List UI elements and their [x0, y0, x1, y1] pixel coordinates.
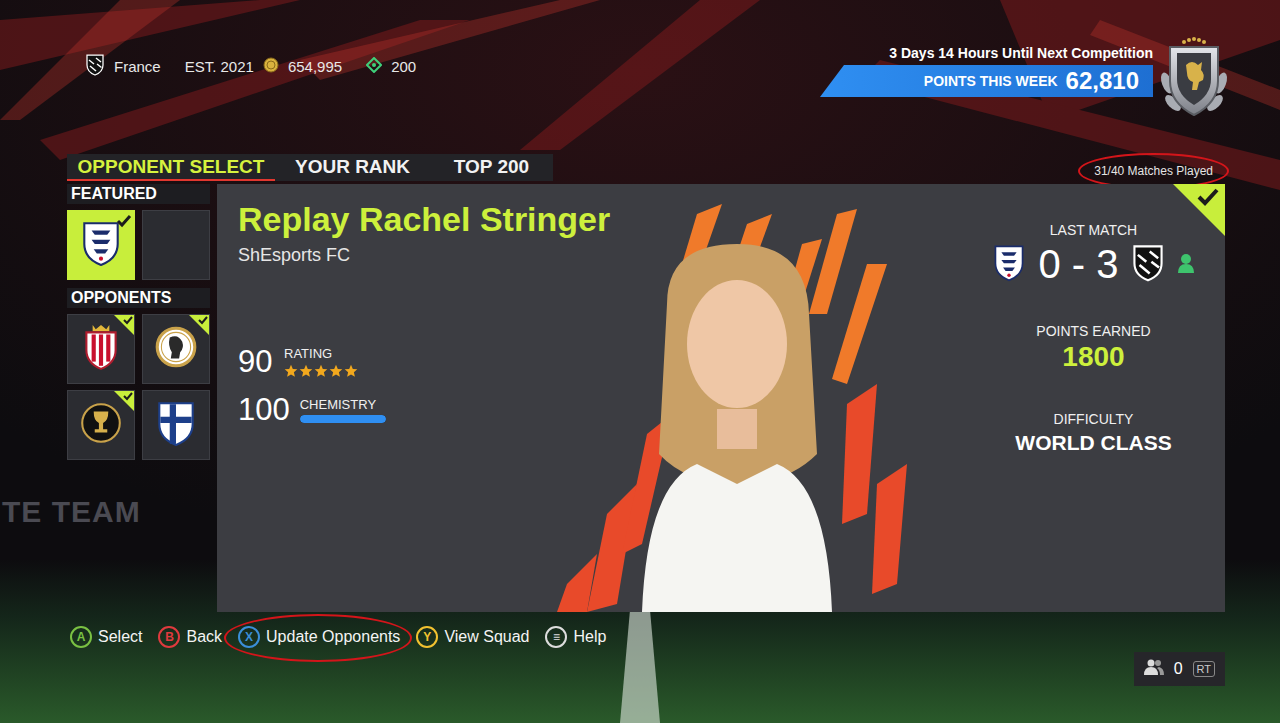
opponents-tile[interactable]	[142, 314, 210, 384]
team-crest-icon	[155, 323, 197, 375]
annotation-circle	[224, 614, 412, 662]
rating-row: 90 RATING	[238, 344, 687, 380]
club-crest-icon	[85, 53, 105, 79]
check-icon	[189, 315, 209, 335]
friends-count: 0	[1174, 660, 1183, 678]
opponents-tile[interactable]	[67, 390, 135, 460]
chemistry-bar	[300, 415, 386, 423]
star-rating	[284, 364, 358, 378]
opponent-photo	[547, 184, 927, 612]
team-crest-icon	[80, 399, 122, 451]
key-glyph: X	[245, 630, 253, 644]
user-icon	[1177, 253, 1195, 277]
opponent-name: Replay Rachel Stringer	[238, 198, 687, 241]
chemistry-fill	[300, 415, 386, 423]
check-icon	[114, 391, 134, 411]
points-earned-value: 1800	[1062, 341, 1124, 373]
matches-played-text: 31/40 Matches Played	[1094, 164, 1213, 178]
rank-badge-icon	[1153, 33, 1235, 121]
check-icon	[114, 211, 134, 231]
key-glyph: Y	[423, 630, 431, 644]
prompt-label: Back	[186, 628, 222, 646]
star-icon	[329, 364, 343, 378]
home-crest-icon	[992, 243, 1026, 286]
star-icon	[314, 364, 328, 378]
chemistry-row: 100 CHEMISTRY	[238, 392, 687, 428]
background-watermark: TE TEAM	[2, 495, 141, 529]
opponent-list: FEATURED OPPONENTS	[67, 184, 210, 612]
rating-label: RATING	[284, 346, 358, 361]
tab-bar: OPPONENT SELECTYOUR RANKTOP 200	[67, 154, 553, 181]
tab[interactable]: OPPONENT SELECT	[67, 154, 275, 181]
featured-tile[interactable]	[142, 210, 210, 280]
star-icon	[299, 364, 313, 378]
check-icon	[114, 315, 134, 335]
weekly-points-bar: POINTS THIS WEEK 62,810	[820, 65, 1153, 97]
tab[interactable]: TOP 200	[430, 154, 553, 181]
featured-label: FEATURED	[67, 184, 210, 204]
difficulty-label: DIFFICULTY	[1054, 411, 1134, 427]
prompt-label: Help	[573, 628, 606, 646]
fifa-points-balance: 200	[391, 58, 416, 75]
opponents-tile[interactable]	[142, 390, 210, 460]
opponent-card: Replay Rachel Stringer ShEsports FC 90 RATI…	[217, 184, 1225, 612]
coin-balance: 654,995	[288, 58, 342, 75]
controller-key: Y	[416, 626, 438, 648]
controller-key: A	[70, 626, 92, 648]
key-glyph: B	[165, 630, 174, 644]
opponent-club: ShEsports FC	[238, 245, 687, 266]
button-prompt[interactable]: X Update Opponents	[238, 626, 400, 648]
featured-tile[interactable]	[67, 210, 135, 280]
controller-key: ≡	[545, 626, 567, 648]
prompt-label: Update Opponents	[266, 628, 400, 646]
prompt-label: View Squad	[444, 628, 529, 646]
opponents-tile[interactable]	[67, 314, 135, 384]
difficulty-value: WORLD CLASS	[1015, 431, 1171, 455]
completed-check-icon	[1173, 184, 1225, 236]
away-crest-icon	[1131, 243, 1165, 286]
chemistry-label: CHEMISTRY	[300, 397, 386, 412]
friends-key: RT	[1193, 661, 1215, 677]
key-glyph: A	[77, 630, 86, 644]
controller-key: B	[158, 626, 180, 648]
opponents-label: OPPONENTS	[67, 288, 210, 308]
club-country: France	[114, 58, 161, 75]
competition-info: 3 Days 14 Hours Until Next Competition PO…	[820, 45, 1153, 97]
club-established: EST. 2021	[185, 58, 254, 75]
button-prompt[interactable]: A Select	[70, 626, 142, 648]
rating-value: 90	[238, 344, 274, 380]
last-match-score: 0 - 3	[992, 242, 1194, 287]
friends-widget[interactable]: 0 RT	[1134, 652, 1225, 686]
star-icon	[284, 364, 298, 378]
team-crest-icon	[80, 323, 122, 375]
team-crest-icon	[155, 399, 197, 451]
matches-played: 31/40 Matches Played	[1094, 164, 1213, 178]
tab[interactable]: YOUR RANK	[275, 154, 430, 181]
key-glyph: ≡	[553, 630, 560, 644]
friends-icon	[1144, 659, 1164, 679]
featured-tiles	[67, 210, 210, 280]
chemistry-value: 100	[238, 392, 290, 428]
club-info: France EST. 2021 654,995 200	[85, 49, 416, 83]
last-match-label: LAST MATCH	[1050, 222, 1137, 238]
weekly-points-value: 62,810	[1066, 67, 1139, 95]
button-prompts: A Select B Back X Update Opponents Y View Squad…	[70, 626, 1280, 648]
points-earned-label: POINTS EARNED	[1036, 323, 1150, 339]
opponents-tiles	[67, 314, 210, 460]
match-summary: LAST MATCH 0 - 3 POINTS EARNED 1800 DIFFICUL…	[962, 184, 1225, 612]
button-prompt[interactable]: B Back	[158, 626, 222, 648]
weekly-points-label: POINTS THIS WEEK	[924, 73, 1058, 89]
fifa-points-icon	[366, 57, 382, 76]
controller-key: X	[238, 626, 260, 648]
button-prompt[interactable]: Y View Squad	[416, 626, 529, 648]
score-text: 0 - 3	[1038, 242, 1118, 287]
competition-countdown: 3 Days 14 Hours Until Next Competition	[889, 45, 1153, 61]
star-icon	[344, 364, 358, 378]
button-prompt[interactable]: ≡ Help	[545, 626, 606, 648]
coin-icon	[263, 57, 279, 76]
team-crest-icon	[80, 219, 122, 271]
prompt-label: Select	[98, 628, 142, 646]
